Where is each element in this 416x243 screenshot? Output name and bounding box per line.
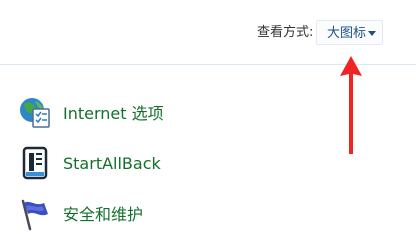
- control-panel-item-security-maintenance[interactable]: 安全和维护: [18, 197, 238, 231]
- security-maintenance-flag-icon: [21, 199, 48, 231]
- control-panel-item-label: 安全和维护: [63, 205, 144, 224]
- startallback-icon: [22, 146, 48, 180]
- view-by-selected-value: 大图标: [327, 26, 367, 41]
- red-arrow-annotation-icon: [340, 56, 362, 154]
- view-by-dropdown[interactable]: 大图标: [316, 20, 383, 45]
- control-panel-item-internet-options[interactable]: Internet 选项: [18, 96, 238, 130]
- control-panel-item-startallback[interactable]: StartAllBack: [18, 146, 238, 180]
- chevron-down-icon: [368, 31, 376, 36]
- control-panel-item-label: Internet 选项: [63, 104, 164, 123]
- view-by-label: 查看方式:: [257, 25, 314, 40]
- internet-options-icon: [20, 98, 50, 128]
- control-panel-item-label: StartAllBack: [63, 154, 161, 173]
